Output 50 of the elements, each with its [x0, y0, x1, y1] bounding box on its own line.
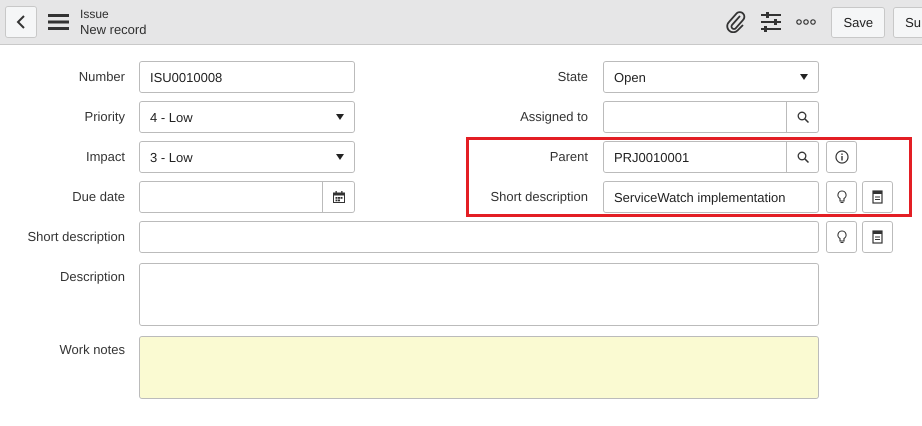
caret-icon — [336, 114, 344, 120]
work-notes-field[interactable] — [139, 336, 819, 399]
field-label: Work notes — [58, 341, 126, 357]
lightbulb-icon — [836, 230, 846, 244]
field-label: State — [556, 68, 588, 84]
submit-button[interactable]: Su — [893, 6, 922, 38]
dropdown[interactable]: 3 - Low — [139, 141, 355, 173]
save-button[interactable]: Save — [831, 6, 886, 38]
document-icon — [872, 230, 883, 244]
info-icon — [834, 150, 848, 164]
document-icon — [872, 190, 883, 204]
field-label: Impact — [84, 148, 126, 164]
field-label: Due date — [71, 188, 126, 204]
reference-field[interactable] — [603, 101, 787, 133]
template-button[interactable] — [862, 181, 893, 213]
field-label: Short description — [26, 228, 126, 244]
field-label: Number — [78, 68, 126, 84]
lightbulb-icon — [836, 190, 846, 204]
paperclip-icon[interactable] — [726, 11, 746, 33]
field-label: Short description — [489, 188, 588, 204]
reference-field[interactable]: PRJ0010001 — [603, 141, 787, 173]
dropdown[interactable]: 4 - Low — [139, 101, 355, 133]
more-icon[interactable] — [796, 19, 816, 25]
text-field[interactable]: ISU0010008 — [139, 61, 355, 93]
info-button[interactable] — [826, 141, 857, 173]
back-button[interactable] — [5, 6, 37, 38]
back-icon — [16, 15, 26, 29]
text-field[interactable] — [139, 221, 819, 253]
field-label: Priority — [84, 108, 126, 124]
record-title: New record — [80, 22, 146, 37]
caret-icon — [800, 74, 808, 80]
field-label: Assigned to — [519, 108, 588, 124]
sliders-icon[interactable] — [761, 12, 782, 32]
suggestion-button[interactable] — [826, 181, 857, 213]
lookup-button[interactable] — [787, 141, 819, 173]
text-field[interactable]: ServiceWatch implementation — [603, 181, 819, 213]
calendar-icon — [332, 191, 344, 203]
lookup-button[interactable] — [787, 101, 819, 133]
date-field[interactable] — [139, 181, 323, 213]
search-icon — [796, 111, 808, 123]
calendar-button[interactable] — [323, 181, 355, 213]
record-type: Issue — [80, 7, 110, 22]
field-label: Parent — [548, 148, 588, 164]
menu-icon[interactable] — [48, 14, 69, 30]
dropdown[interactable]: Open — [603, 61, 819, 93]
field-label: Description — [58, 268, 126, 284]
suggestion-button[interactable] — [826, 221, 857, 253]
caret-icon — [336, 154, 344, 160]
template-button[interactable] — [862, 221, 893, 253]
search-icon — [796, 151, 808, 163]
